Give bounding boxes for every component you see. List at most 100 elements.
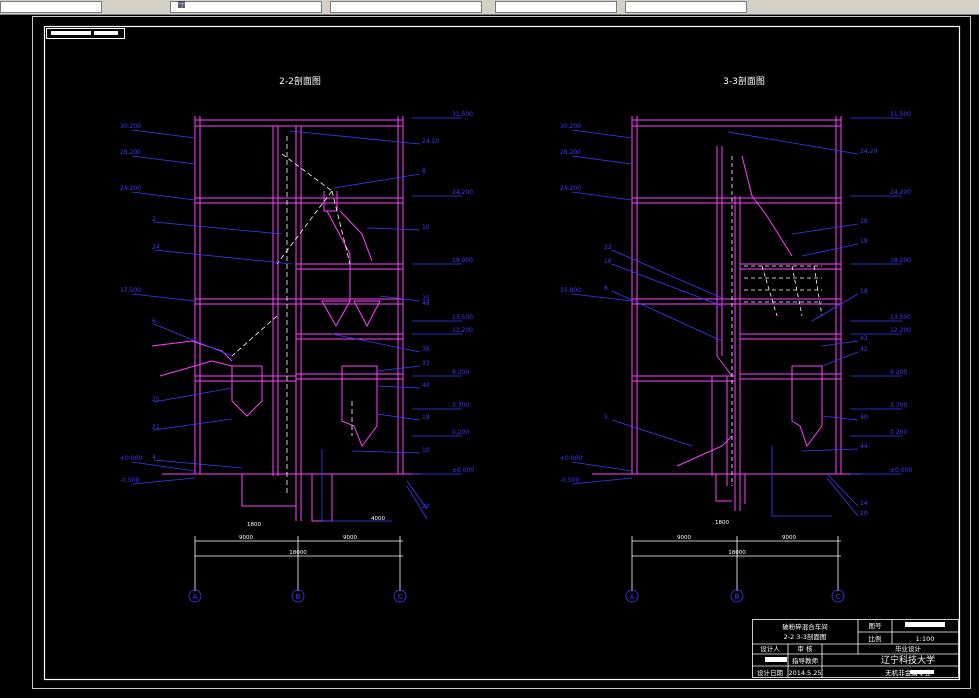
elevation-label: 3.700 [890, 402, 907, 409]
leader-label: 10 [422, 447, 430, 454]
left-axis-bubbles: A B C [188, 589, 407, 603]
elevation-label: 30.200 [560, 123, 581, 130]
axis-label: A [630, 593, 635, 601]
tb-label-no: 图号 [869, 622, 883, 630]
elevation-label: 28.200 [120, 149, 141, 156]
elevation-label: 9.200 [452, 369, 469, 376]
elevation-label: 24.200 [452, 189, 473, 196]
elevation-label: ±0.000 [890, 467, 912, 474]
right-elevations-right: 31.500 24.200 18.200 13.500 12.200 9.200 3.700… [890, 111, 912, 474]
right-axis-bubbles: A B C [625, 589, 845, 603]
tb-label-stage: 毕业设计 [895, 644, 922, 653]
dimension-label: 4000 [371, 516, 385, 522]
right-leaders-left: 22 16 8 5 [604, 244, 612, 421]
leader-label: 24.20 [860, 148, 877, 155]
elevation-label: 12.200 [452, 327, 473, 334]
elevation-label: 24.200 [120, 185, 141, 192]
axis-label: A [193, 593, 198, 601]
elevation-label: 28.200 [560, 149, 581, 156]
dimension-label: 18000 [289, 550, 307, 556]
elevation-label: 3.700 [452, 402, 469, 409]
elevation-label: 18.900 [452, 257, 473, 264]
right-view-title: 3-3剖面图 [723, 75, 765, 87]
elevation-label: 13.500 [890, 314, 911, 321]
dimension-label: 9000 [343, 535, 357, 541]
elevation-label: 17.500 [120, 287, 141, 294]
left-dimensions: 9000 18000 9000 1800 4000 [239, 516, 385, 556]
toolbar-icons[interactable] [0, 1, 102, 13]
leader-label: 4 [152, 454, 156, 461]
axis-label: B [735, 593, 740, 601]
layer-dropdown[interactable]: ▦ [170, 0, 322, 13]
cad-drawing: 2-2剖面图 30.20028.20024.20017.500±0.000-0.… [32, 16, 971, 689]
section-2-2: 2-2剖面图 30.20028.20024.20017.500±0.000-0.… [120, 75, 474, 603]
elevation-label: 9.200 [890, 369, 907, 376]
axis-label: C [836, 593, 841, 601]
leader-label: 44 [860, 443, 868, 450]
leader-label: 21 [152, 424, 160, 431]
section-3-3: 3-3剖面图 30.20028.20024.20015.800±0.000-0.… [560, 75, 912, 603]
leader-label: 18 [422, 414, 430, 421]
leader-label: 24.20 [422, 138, 439, 145]
leader-label: 40 [860, 414, 868, 421]
elevation-label: -0.500 [560, 477, 580, 484]
tb-drawing: 2-2 3-3剖面图 [784, 632, 827, 641]
dimstyle-dropdown[interactable] [495, 1, 617, 13]
elevation-label: 24.200 [560, 185, 581, 192]
elevation-label: -0.500 [120, 477, 140, 484]
elevation-label: 31.500 [890, 111, 911, 118]
drawing-no-fill [905, 622, 945, 627]
linetype-dropdown[interactable] [625, 1, 747, 13]
axis-label: C [398, 593, 403, 601]
leader-label: 8 [604, 285, 608, 292]
left-leaders-right: 24.208103548363340181020 [422, 138, 439, 510]
layer-icon: ▦ [177, 0, 186, 10]
leader-label: 36 [422, 346, 430, 353]
style-dropdown[interactable] [330, 1, 482, 13]
leader-label: 14 [860, 500, 868, 507]
leader-label: 43 [860, 335, 868, 342]
leader-label: 25 [152, 396, 160, 403]
elevation-label: 15.800 [560, 287, 581, 294]
elevation-label: ±0.000 [560, 455, 582, 462]
corner-tag-fill-2 [94, 31, 118, 35]
leader-label: 8 [422, 168, 426, 175]
elevation-label: 30.200 [120, 123, 141, 130]
title-block-text: 破粉碎混合车间 2-2 3-3剖面图 图号 比例 1:100 设计人 审 核 毕… [757, 622, 934, 677]
tb-major: 无机非金属专业 [885, 668, 931, 677]
leader-label: 48 [422, 300, 430, 307]
leader-label: 22 [604, 244, 612, 251]
inner-frame [43, 25, 961, 681]
elevation-label: 18.200 [890, 257, 911, 264]
outer-frame [32, 16, 971, 689]
elevation-label: 0.200 [890, 429, 907, 436]
dimension-label: 9000 [239, 535, 253, 541]
dimension-label: 9000 [782, 535, 796, 541]
axis-label: B [296, 593, 301, 601]
left-elevations-right: 31.500 24.200 18.900 13.500 12.200 9.200 3.700… [452, 111, 474, 474]
elevation-label: 31.500 [452, 111, 473, 118]
tb-label-date: 设计日期 [757, 668, 784, 677]
tb-label-reviewer: 审 核 [797, 644, 813, 653]
elevation-label: 24.200 [890, 189, 911, 196]
leader-label: 18 [860, 288, 868, 295]
designer-fill [765, 657, 787, 662]
elevation-label: ±0.000 [120, 455, 142, 462]
leader-label: 6 [152, 318, 156, 325]
tb-scale: 1:100 [916, 635, 935, 643]
drawing-sheet[interactable]: 2-2剖面图 30.200 28.200 24.200 17.500 ±0.00… [32, 16, 972, 690]
dimension-label: 18000 [728, 550, 746, 556]
left-elevations-left: 30.200 28.200 24.200 17.500 ±0.000 -0.500 [120, 123, 142, 484]
right-elevations-left: 30.200 28.200 24.200 15.800 ±0.000 -0.500 [560, 123, 582, 484]
leader-label: 42 [860, 346, 868, 353]
leader-label: 33 [422, 360, 430, 367]
tb-label-scale: 比例 [869, 634, 882, 643]
dimension-label: 1800 [715, 520, 729, 526]
elevation-label: ±0.000 [452, 467, 474, 474]
leader-label: 24 [152, 244, 160, 251]
dimension-label: 1800 [247, 522, 261, 528]
leader-label: 20 [422, 503, 430, 510]
elevation-label: 13.500 [452, 314, 473, 321]
left-leaders-left: 2 24 6 25 21 4 [152, 216, 160, 461]
tb-date: 2014.5.25 [788, 669, 821, 677]
